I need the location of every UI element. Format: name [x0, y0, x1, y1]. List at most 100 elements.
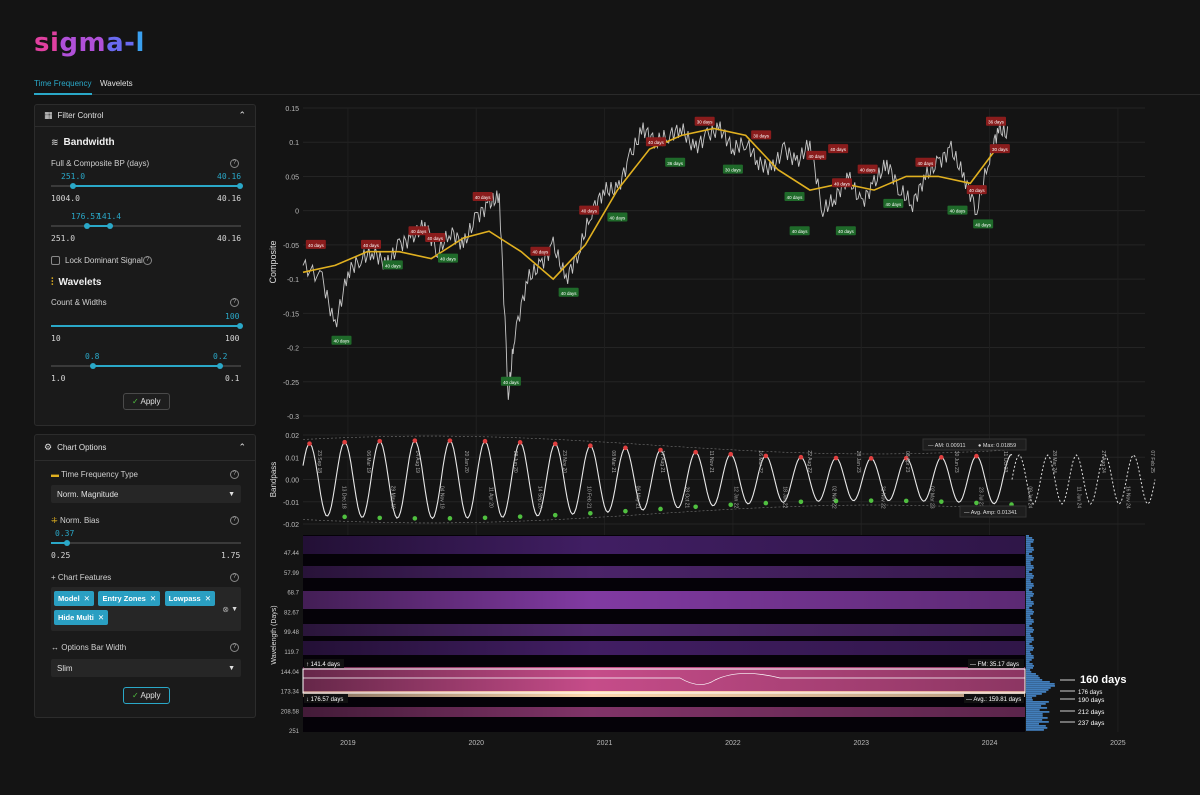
analysis-charts[interactable]: 0.15 0.1 0.05 0 -0.05 -0.1 -0.15 -0.2 -0.25 -0.3 2… — [260, 100, 1200, 760]
composite-range-slider[interactable] — [51, 222, 241, 229]
spectrum-peak-label: 237 days — [1078, 720, 1105, 727]
spectrum-bar — [1026, 651, 1031, 653]
help-icon[interactable]: ? — [230, 298, 239, 307]
spectrum-bar — [1026, 669, 1031, 671]
bandpass-date-label: 02 Nov 22 — [831, 486, 837, 509]
spectrum-bar — [1026, 655, 1034, 657]
chevron-up-icon[interactable]: ⌃ — [238, 110, 246, 121]
spectrum-bar — [1026, 561, 1031, 563]
cycle-label: 40 days — [834, 181, 851, 186]
help-icon[interactable]: ? — [143, 256, 152, 265]
composite-y-tick: -0.25 — [283, 380, 299, 387]
feature-chip[interactable]: Model ✕ — [54, 591, 94, 606]
spectrum-bar — [1026, 619, 1034, 621]
bandpass-y-tick: -0.02 — [283, 522, 299, 529]
composite-y-tick: 0 — [295, 209, 299, 216]
chart-apply-button[interactable]: ✓ Apply — [123, 687, 170, 704]
slider-handle-right[interactable] — [107, 222, 113, 229]
bar-width-select[interactable]: Slim ▼ — [51, 659, 241, 677]
spectrum-bar — [1026, 665, 1034, 667]
bp-range-slider[interactable] — [51, 182, 243, 189]
slider-handle-right[interactable] — [237, 182, 243, 189]
widths-slider[interactable] — [51, 362, 241, 369]
peak-dot — [588, 443, 593, 449]
peak-dot — [868, 456, 874, 461]
trough-dot — [342, 514, 347, 520]
tf-type-select[interactable]: Norm. Magnitude ▼ — [51, 485, 241, 503]
lock-dominant-checkbox[interactable] — [51, 256, 60, 265]
slider-handle-right[interactable] — [217, 362, 223, 369]
spectrum-bar — [1026, 539, 1034, 541]
bandpass-date-label: 28 Jan 23 — [855, 451, 861, 473]
tab-time-frequency[interactable]: Time Frequency — [34, 79, 92, 95]
feature-chip[interactable]: Hide Multi ✕ — [54, 610, 109, 625]
bandpass-y-tick: 0.01 — [285, 455, 299, 462]
bandpass-y-tick: 0.02 — [285, 433, 299, 440]
clear-icon[interactable]: ⊗ — [222, 605, 229, 614]
help-icon[interactable]: ? — [230, 159, 239, 168]
feature-chip[interactable]: Lowpass ✕ — [164, 591, 216, 606]
spectrum-bar — [1026, 637, 1034, 639]
spectrum-bar — [1026, 643, 1030, 645]
s1-max: 40.16 — [217, 194, 242, 203]
slider-handle-left[interactable] — [70, 182, 76, 189]
x-year-tick: 2025 — [1110, 740, 1126, 747]
tab-wavelets[interactable]: Wavelets — [100, 79, 133, 93]
bandpass-date-label: 06 Mar 19 — [365, 450, 371, 473]
peak-dot — [798, 454, 804, 460]
help-icon[interactable]: ? — [230, 573, 239, 582]
spectrum-bar — [1026, 615, 1031, 617]
close-icon[interactable]: ✕ — [205, 594, 211, 603]
help-icon[interactable]: ? — [230, 470, 239, 479]
spectrum-peak-label: 160 days — [1080, 674, 1126, 686]
features-multiselect[interactable]: Model ✕ Entry Zones ✕ Lowpass ✕ Hide Multi ✕… — [51, 587, 241, 631]
cycle-label: 40 days — [411, 229, 428, 234]
spectrum-bar — [1026, 591, 1033, 593]
peak-dot — [974, 453, 979, 459]
heatmap-band — [303, 536, 1025, 554]
spectrum-bar — [1026, 633, 1031, 635]
chart-options-panel: ⚙ Chart Options ⌃ ▬ Time Frequency Type … — [34, 434, 256, 718]
slider-handle-left[interactable] — [90, 362, 96, 369]
s4-min: 1.0 — [51, 374, 66, 383]
count-slider[interactable] — [51, 322, 243, 329]
spectrum-bar — [1026, 607, 1030, 609]
bandpass-date-label: 22 Aug 22 — [806, 450, 812, 473]
spectrum-bar — [1026, 581, 1031, 583]
spectrum-bar — [1026, 537, 1033, 539]
s1-value-left: 251.0 — [61, 172, 86, 181]
envelope-bottom — [302, 504, 1013, 524]
cycle-label: 40 days — [838, 229, 855, 234]
caret-down-icon[interactable]: ▼ — [231, 606, 238, 613]
help-icon[interactable]: ? — [230, 516, 239, 525]
peak-dot — [763, 453, 769, 459]
close-icon[interactable]: ✕ — [150, 594, 156, 603]
bias-max: 1.75 — [221, 551, 241, 560]
peak-dot — [447, 438, 453, 443]
spectrum-bar — [1026, 727, 1048, 729]
slider-handle-left[interactable] — [84, 222, 90, 229]
filter-apply-button[interactable]: ✓ Apply — [123, 393, 170, 410]
close-icon[interactable]: ✕ — [98, 613, 104, 622]
chevron-up-icon[interactable]: ⌃ — [238, 442, 246, 453]
s3-max: 100 — [225, 334, 240, 343]
filter-control-header[interactable]: ▦ Filter Control ⌃ — [35, 105, 255, 127]
peak-dot — [833, 455, 839, 461]
chart-options-header[interactable]: ⚙ Chart Options ⌃ — [35, 435, 255, 461]
feature-chip[interactable]: Entry Zones ✕ — [98, 591, 161, 606]
cycle-label: 30 days — [725, 168, 742, 173]
s2-max: 40.16 — [217, 234, 242, 243]
slider-handle[interactable] — [237, 322, 243, 329]
slider-handle[interactable] — [64, 539, 70, 546]
trough-dot — [588, 510, 593, 516]
spectrum-bar — [1026, 593, 1034, 595]
close-icon[interactable]: ✕ — [84, 594, 90, 603]
help-icon[interactable]: ? — [230, 643, 239, 652]
bandpass-date-label: 14 Aug 19 — [414, 450, 420, 473]
cycle-label: 40 days — [787, 195, 804, 200]
waves-icon: ≋ — [51, 137, 59, 147]
spectrum-bar — [1026, 579, 1031, 581]
trough-dot — [447, 516, 453, 521]
bias-slider[interactable] — [51, 539, 241, 546]
cycle-label: 40 days — [969, 188, 986, 193]
